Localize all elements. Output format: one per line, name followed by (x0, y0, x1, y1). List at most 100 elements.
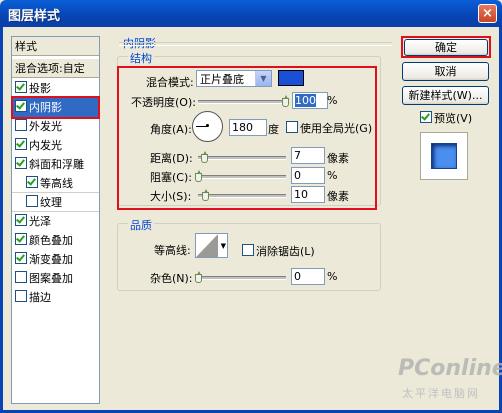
close-icon: × (482, 6, 493, 21)
noise-slider[interactable] (198, 276, 286, 280)
choke-label: 阻塞(C): (150, 171, 192, 184)
style-list-item-label: 投影 (29, 82, 51, 95)
style-list-item-label: 斜面和浮雕 (29, 158, 84, 171)
size-input[interactable]: 10 (291, 186, 325, 203)
size-unit: 像素 (327, 190, 349, 203)
blend-options-label: 混合选项:自定 (15, 62, 85, 75)
anti-alias-checkbox[interactable]: 消除锯齿(L) (242, 243, 315, 259)
size-slider[interactable] (198, 194, 286, 198)
watermark-logo: PConline (398, 356, 502, 381)
choke-input[interactable]: 0 (291, 167, 325, 184)
style-list-item[interactable]: 颜色叠加 (12, 231, 99, 250)
style-list-item[interactable]: 渐变叠加 (12, 250, 99, 269)
cancel-button[interactable]: 取消 (402, 62, 489, 81)
angle-dial[interactable] (192, 111, 223, 142)
style-list-item[interactable]: 内发光 (12, 136, 99, 155)
style-list-header[interactable]: 样式 (12, 37, 99, 56)
style-list: 样式 混合选项:自定 投影 内阴影 外发光 内发光 斜面和浮雕 等高线 纹理 光泽 颜色叠加 渐变… (11, 36, 100, 404)
distance-input[interactable]: 7 (291, 147, 325, 164)
noise-input[interactable]: 0 (291, 268, 325, 285)
style-list-item-label: 纹理 (40, 196, 62, 209)
style-list-item[interactable]: 图案叠加 (12, 269, 99, 288)
style-list-item-label: 内发光 (29, 139, 62, 152)
style-checkbox[interactable] (15, 81, 27, 93)
opacity-input[interactable]: 100 (292, 92, 328, 109)
window-frame-left (0, 27, 3, 413)
opacity-unit: % (327, 94, 338, 107)
blend-mode-value: 正片叠底 (200, 73, 244, 86)
style-list-item[interactable]: 纹理 (12, 193, 99, 212)
opacity-value: 100 (295, 94, 316, 107)
angle-label: 角度(A): (150, 123, 192, 136)
chevron-down-icon: ▼ (255, 71, 271, 86)
contour-label: 等高线: (154, 244, 191, 257)
style-list-item-label: 渐变叠加 (29, 253, 73, 266)
noise-label: 杂色(N): (150, 272, 193, 285)
style-checkbox[interactable] (15, 290, 27, 302)
style-checkbox[interactable] (15, 252, 27, 264)
style-preview (420, 132, 468, 180)
style-list-header-label: 样式 (15, 40, 37, 53)
structure-title: 结构 (128, 50, 154, 66)
style-checkbox[interactable] (15, 157, 27, 169)
inner-shadow-item-highlight (11, 96, 100, 119)
style-list-item-label: 描边 (29, 291, 51, 304)
ok-button[interactable]: 确定 (404, 39, 488, 56)
distance-unit: 像素 (327, 152, 349, 165)
window-title: 图层样式 (8, 9, 61, 24)
style-list-item[interactable]: 等高线 (12, 174, 99, 193)
title-bar: 图层样式 × (0, 0, 502, 27)
distance-label: 距离(D): (150, 152, 193, 165)
style-checkbox[interactable] (15, 271, 27, 283)
global-light-checkbox-box (286, 121, 298, 133)
blend-mode-select[interactable]: 正片叠底 ▼ (196, 70, 272, 87)
choke-slider[interactable] (198, 175, 286, 179)
choke-slider-thumb[interactable] (195, 170, 202, 182)
close-button[interactable]: × (478, 4, 497, 23)
style-list-item-label: 颜色叠加 (29, 234, 73, 247)
style-preview-swatch (431, 143, 457, 169)
noise-unit: % (327, 270, 338, 283)
style-list-item[interactable]: 斜面和浮雕 (12, 155, 99, 174)
global-light-checkbox[interactable]: 使用全局光(G) (286, 120, 372, 136)
watermark-subtitle: 太平洋电脑网 (402, 387, 480, 400)
style-list-item-label: 光泽 (29, 215, 51, 228)
opacity-label: 不透明度(O): (131, 96, 196, 109)
contour-dropdown-icon: ▼ (220, 242, 226, 250)
blend-mode-label: 混合模式: (146, 76, 194, 89)
style-checkbox[interactable] (26, 176, 38, 188)
angle-input[interactable]: 180 (229, 119, 267, 136)
style-checkbox[interactable] (15, 233, 27, 245)
style-checkbox[interactable] (15, 138, 27, 150)
distance-slider-thumb[interactable] (201, 151, 208, 163)
opacity-slider[interactable] (198, 100, 286, 104)
style-checkbox[interactable] (15, 214, 27, 226)
style-list-item[interactable]: 描边 (12, 288, 99, 307)
new-style-button[interactable]: 新建样式(W)... (402, 86, 489, 105)
contour-preview-icon (196, 234, 218, 257)
quality-title: 品质 (128, 217, 154, 233)
contour-picker[interactable]: ▼ (195, 233, 228, 258)
section-divider (119, 42, 392, 46)
opacity-slider-thumb[interactable] (282, 95, 289, 107)
preview-checkbox[interactable]: 预览(V) (420, 110, 472, 126)
angle-dial-center (206, 124, 209, 127)
anti-alias-checkbox-box (242, 244, 254, 256)
style-checkbox[interactable] (15, 119, 27, 131)
style-list-item[interactable]: 外发光 (12, 117, 99, 136)
style-list-item[interactable]: 光泽 (12, 212, 99, 231)
distance-slider[interactable] (198, 156, 286, 160)
global-light-label: 使用全局光(G) (300, 122, 373, 135)
size-slider-thumb[interactable] (202, 189, 209, 201)
style-list-item-label: 图案叠加 (29, 272, 73, 285)
preview-label: 预览(V) (434, 112, 473, 125)
noise-slider-thumb[interactable] (195, 271, 202, 283)
style-list-item-label: 等高线 (40, 177, 73, 190)
preview-checkbox-box (420, 111, 432, 123)
blend-options-item[interactable]: 混合选项:自定 (12, 59, 99, 78)
choke-unit: % (327, 169, 338, 182)
size-label: 大小(S): (150, 190, 192, 203)
angle-unit: 度 (268, 123, 279, 136)
shadow-color-swatch[interactable] (278, 70, 304, 86)
style-checkbox[interactable] (26, 195, 38, 207)
